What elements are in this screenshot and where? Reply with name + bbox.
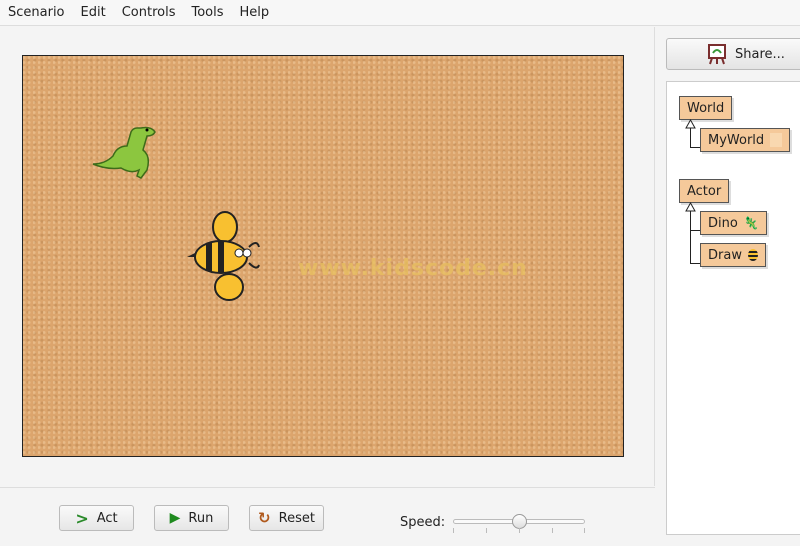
class-label: MyWorld: [708, 132, 765, 148]
reset-icon: ↻: [258, 509, 271, 527]
class-world[interactable]: World: [679, 96, 733, 120]
class-draw[interactable]: Draw: [700, 243, 766, 267]
class-label: Draw: [708, 247, 742, 263]
bee-actor[interactable]: [187, 211, 267, 303]
share-button[interactable]: Share...: [666, 38, 800, 70]
class-dino[interactable]: Dino 🦎: [700, 211, 767, 235]
watermark: www.kidscode.cn: [298, 256, 528, 281]
run-icon: ▶: [169, 510, 181, 526]
class-label: Dino: [708, 215, 738, 231]
easel-icon: [708, 44, 726, 65]
dino-actor[interactable]: [91, 122, 161, 192]
speed-slider[interactable]: [453, 514, 585, 529]
dino-icon: 🦎: [743, 216, 759, 230]
menu-bar: Scenario Edit Controls Tools Help: [0, 0, 800, 26]
class-label: World: [687, 100, 725, 116]
act-button[interactable]: > Act: [59, 505, 134, 531]
menu-tools[interactable]: Tools: [183, 5, 231, 20]
class-sidebar: Share... World MyWorld Actor Dino 🦎 Draw: [656, 27, 800, 546]
speed-slider-thumb[interactable]: [512, 514, 527, 529]
run-button[interactable]: ▶ Run: [154, 505, 229, 531]
share-label: Share...: [735, 46, 785, 62]
world-pane: www.kidscode.cn: [0, 27, 655, 486]
world-canvas[interactable]: www.kidscode.cn: [22, 55, 624, 457]
act-icon: >: [75, 508, 89, 528]
inherit-arrow-icon: [685, 119, 696, 129]
slider-ticks: [453, 528, 585, 534]
run-label: Run: [188, 510, 214, 526]
menu-scenario[interactable]: Scenario: [0, 5, 73, 20]
class-label: Actor: [687, 183, 722, 199]
menu-help[interactable]: Help: [232, 5, 278, 20]
menu-edit[interactable]: Edit: [73, 5, 114, 20]
speed-label: Speed:: [400, 515, 446, 530]
reset-button[interactable]: ↻ Reset: [249, 505, 324, 531]
world-thumbnail: [770, 133, 782, 147]
class-myworld[interactable]: MyWorld: [700, 128, 790, 152]
bee-icon: [747, 249, 758, 261]
class-diagram: World MyWorld Actor Dino 🦎 Draw: [666, 81, 800, 535]
act-label: Act: [96, 510, 118, 526]
class-actor[interactable]: Actor: [679, 179, 730, 203]
control-bar: > Act ▶ Run ↻ Reset Speed:: [0, 487, 655, 546]
reset-label: Reset: [278, 510, 315, 526]
menu-controls[interactable]: Controls: [114, 5, 184, 20]
